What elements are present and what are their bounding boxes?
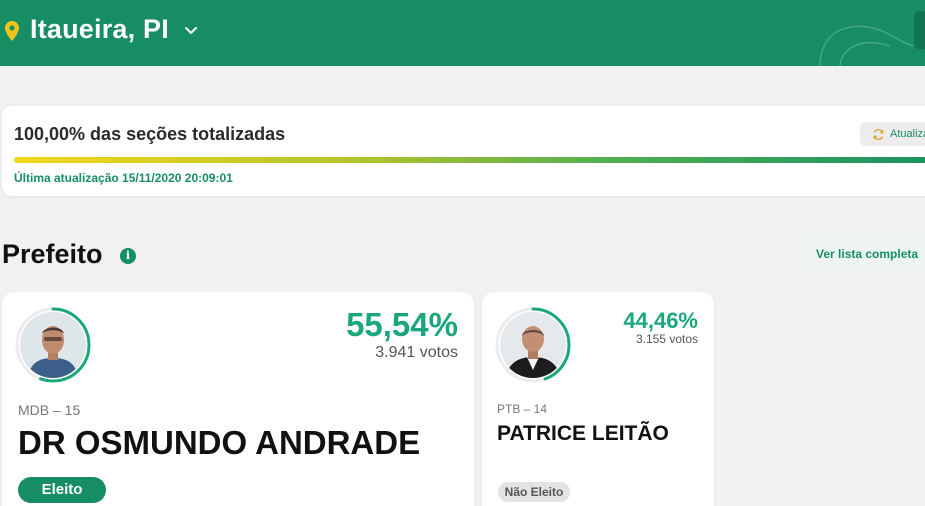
person-photo-icon <box>20 312 86 378</box>
candidate-name: DR OSMUNDO ANDRADE <box>18 424 421 461</box>
candidate-photo <box>500 312 566 378</box>
party-number: MDB – 15 <box>18 402 81 418</box>
candidate-card[interactable]: 44,46% 3.155 votos PTB – 14 PATRICE LEIT… <box>482 292 714 506</box>
location-header: Itaueira, PI <box>0 0 925 66</box>
candidate-name: PATRICE LEITÃO <box>497 422 669 445</box>
full-list-button[interactable]: Ver lista completa <box>800 236 925 272</box>
location-title[interactable]: Itaueira, PI <box>30 14 169 45</box>
party-number: PTB – 14 <box>497 402 548 416</box>
refresh-icon <box>873 128 884 140</box>
totalization-progress-bar <box>14 157 925 163</box>
candidate-card[interactable]: 55,54% 3.941 votos MDB – 15 DR OSMUNDO A… <box>2 292 474 506</box>
header-decoration <box>819 25 920 66</box>
chevron-down-icon[interactable] <box>184 25 198 37</box>
vote-count: 3.941 votos <box>375 344 458 361</box>
totalization-title: 100,00% das seções totalizadas <box>14 124 286 144</box>
info-icon[interactable]: i <box>120 248 136 264</box>
refresh-label: Atualiza <box>890 128 925 140</box>
totalization-status-card: 100,00% das seções totalizadas Atualiza … <box>2 106 925 196</box>
status-badge: Não Eleito <box>498 482 570 502</box>
refresh-button[interactable]: Atualiza <box>860 122 925 146</box>
candidate-photo <box>20 312 86 378</box>
candidate-avatar <box>494 306 572 384</box>
header-menu-button[interactable] <box>914 11 925 49</box>
section-title: Prefeito <box>2 239 103 269</box>
last-update-text: Última atualização 15/11/2020 20:09:01 <box>14 171 233 185</box>
status-badge: Eleito <box>18 477 106 503</box>
candidate-avatar <box>14 306 92 384</box>
person-photo-icon <box>500 312 566 378</box>
location-pin-icon <box>5 21 19 41</box>
vote-count: 3.155 votos <box>635 332 698 346</box>
vote-percentage: 44,46% <box>623 308 698 333</box>
vote-percentage: 55,54% <box>346 306 458 343</box>
